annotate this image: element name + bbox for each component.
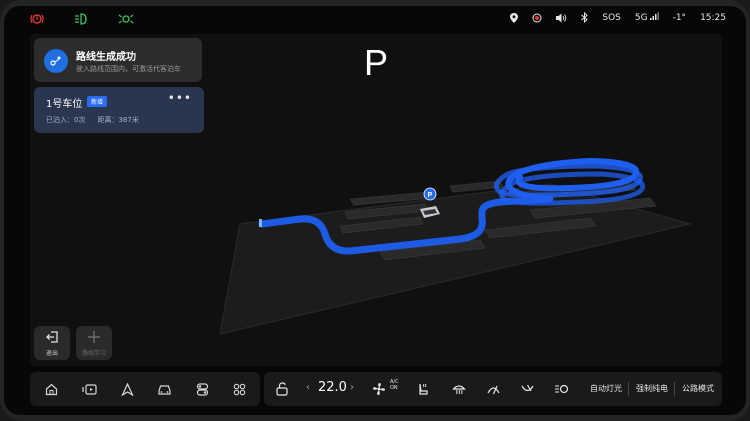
warning-light-icon (30, 14, 44, 24)
outside-temperature: -1° (672, 12, 687, 23)
exit-button[interactable]: 退出 (34, 326, 70, 360)
apps-grid-icon[interactable] (230, 380, 248, 398)
network-label: 5G (634, 13, 648, 23)
status-bar: SOS 5G -1° 15:25 (4, 6, 746, 34)
route-success-card: 路线生成成功 驶入路线范围内，可激活代客泊车 (34, 38, 202, 82)
exit-icon (34, 330, 70, 348)
location-icon (510, 12, 519, 23)
exit-label: 退出 (45, 350, 58, 357)
new-badge: 新增 (87, 96, 108, 107)
parking-spot-pin[interactable]: P (423, 187, 437, 201)
parking-spot-title: 1号车位 (46, 99, 83, 110)
force-ev-button[interactable]: 强制纯电 (636, 383, 668, 394)
cabin-temperature: 22.0 (318, 380, 347, 395)
parking-spot-card[interactable]: 1号车位 新增 ••• 已泊入：0次 距离：387米 (34, 87, 204, 133)
fan-icon[interactable] (372, 380, 386, 398)
vehicle-icon[interactable] (155, 380, 173, 398)
route-card-subtitle: 驶入路线范围内，可激活代客泊车 (76, 65, 181, 73)
route-start-marker (259, 219, 262, 227)
ac-label-bottom: ON (390, 385, 398, 391)
pin-label: P (428, 192, 433, 199)
plus-icon (76, 330, 112, 348)
distance: 距离：387米 (97, 116, 139, 124)
parking-gear-indicator: P (364, 42, 389, 83)
sos-label[interactable]: SOS (602, 13, 621, 23)
media-icon[interactable] (80, 380, 98, 398)
temp-increase-button[interactable]: › (350, 382, 354, 393)
seat-heat-icon[interactable] (416, 380, 430, 398)
headlight-icon (75, 13, 87, 25)
route-learning-button[interactable]: 路线学习 (76, 326, 112, 360)
settings-toggle-icon[interactable] (193, 380, 211, 398)
divider (628, 382, 629, 396)
route-learning-label: 路线学习 (81, 350, 106, 357)
auto-light-button[interactable]: 自动灯光 (590, 383, 622, 394)
network-indicator: 5G (635, 12, 659, 23)
parked-count: 已泊入：0次 (46, 116, 86, 124)
app-dock (30, 372, 260, 406)
fog-light-icon[interactable] (554, 380, 570, 398)
route-icon (44, 49, 68, 73)
climate-bar: ‹ 22.0 › A/C ON 自动灯光 强制纯电 公路模式 (264, 372, 722, 406)
divider (674, 382, 675, 396)
bluetooth-icon (581, 12, 589, 23)
rear-wiper-icon[interactable] (520, 380, 535, 398)
screen: SOS 5G -1° 15:25 P P 路线生成成功 驶入路线范围内，可激活代… (4, 6, 746, 415)
ac-toggle[interactable]: A/C ON (390, 379, 399, 391)
wiper-icon[interactable] (486, 380, 501, 398)
volume-icon (556, 13, 567, 22)
unlock-icon[interactable] (276, 380, 288, 398)
front-defrost-icon[interactable] (452, 380, 466, 398)
navigation-icon[interactable] (118, 380, 136, 398)
position-light-icon (118, 14, 134, 24)
more-icon[interactable]: ••• (168, 91, 192, 105)
record-icon (532, 13, 542, 22)
clock: 15:25 (700, 12, 726, 23)
home-icon[interactable] (42, 380, 60, 398)
route-card-title: 路线生成成功 (76, 52, 136, 63)
road-mode-button[interactable]: 公路模式 (682, 383, 714, 394)
signal-icon (649, 12, 659, 20)
temp-decrease-button[interactable]: ‹ (306, 382, 310, 393)
device-frame: SOS 5G -1° 15:25 P P 路线生成成功 驶入路线范围内，可激活代… (0, 0, 750, 421)
